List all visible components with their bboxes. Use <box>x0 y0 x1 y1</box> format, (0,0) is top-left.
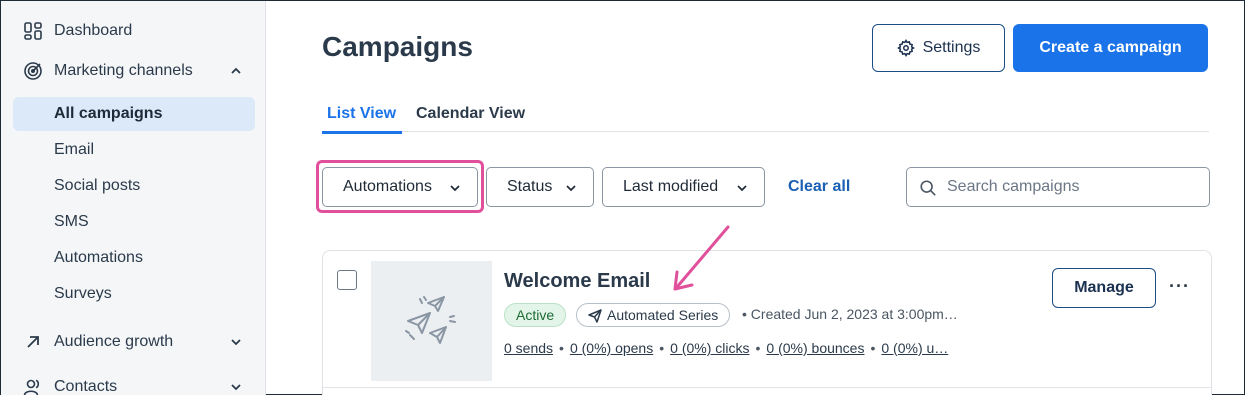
paper-plane-automation-icon <box>405 296 456 344</box>
paper-plane-icon <box>588 309 602 323</box>
status-filter-dropdown[interactable]: Status <box>486 167 594 207</box>
search-icon <box>920 180 936 196</box>
sends-link[interactable]: 0 sends <box>504 340 553 356</box>
sidebar-item-dashboard[interactable]: Dashboard <box>1 14 266 48</box>
chevron-down-icon <box>737 185 747 192</box>
campaign-type-label: Automated Series <box>607 307 719 323</box>
view-tabs: List View Calendar View <box>321 97 1209 134</box>
dashboard-icon <box>24 22 42 40</box>
clicks-link[interactable]: 0 (0%) clicks <box>670 340 749 356</box>
sidebar-item-label: Marketing channels <box>54 62 193 79</box>
sidebar-item-audience-growth[interactable]: Audience growth <box>1 325 266 359</box>
sidebar-item-label: Automations <box>54 249 143 266</box>
sidebar-item-social-posts[interactable]: Social posts <box>13 169 255 203</box>
sidebar-item-label: All campaigns <box>54 105 163 122</box>
campaign-card: Welcome Email Active Automated Series • … <box>322 250 1212 395</box>
chevron-down-icon <box>450 185 460 192</box>
sidebar-item-label: Surveys <box>54 285 112 302</box>
filter-label: Status <box>507 178 553 195</box>
sidebar-item-marketing-channels[interactable]: Marketing channels <box>1 54 266 88</box>
page-title: Campaigns <box>322 31 473 62</box>
more-options-icon[interactable]: ··· <box>1169 276 1190 297</box>
contacts-icon <box>23 379 40 395</box>
sidebar-item-label: Contacts <box>54 378 118 395</box>
bounces-link[interactable]: 0 (0%) bounces <box>766 340 864 356</box>
card-divider <box>323 387 1211 388</box>
chevron-down-icon <box>566 185 576 192</box>
campaign-stats: 0 sends • 0 (0%) opens • 0 (0%) clicks • 0 (0%… <box>504 340 949 356</box>
settings-button[interactable]: Settings <box>872 24 1005 72</box>
campaign-type-badge: Automated Series <box>576 303 731 327</box>
sidebar-item-contacts[interactable]: Contacts <box>1 370 266 395</box>
clear-all-link[interactable]: Clear all <box>788 178 850 196</box>
tab-calendar-view[interactable]: Calendar View <box>416 105 525 123</box>
arrow-up-right-icon <box>27 336 39 348</box>
sidebar-item-label: SMS <box>54 213 89 230</box>
campaign-title[interactable]: Welcome Email <box>504 270 650 293</box>
sidebar-item-label: Dashboard <box>54 22 133 39</box>
filter-label: Automations <box>343 178 432 195</box>
sidebar-item-label: Audience growth <box>54 333 174 350</box>
target-icon <box>24 62 42 80</box>
status-badge: Active <box>504 303 567 327</box>
sidebar-item-all-campaigns[interactable]: All campaigns <box>13 97 255 131</box>
sidebar-item-email[interactable]: Email <box>13 133 255 167</box>
settings-label: Settings <box>922 39 981 56</box>
filter-label: Last modified <box>623 178 719 195</box>
campaign-thumbnail <box>371 261 492 381</box>
sidebar-item-automations[interactable]: Automations <box>13 241 255 275</box>
create-campaign-button[interactable]: Create a campaign <box>1013 24 1208 72</box>
unsubscribes-link[interactable]: 0 (0%) u… <box>881 340 948 356</box>
manage-button[interactable]: Manage <box>1052 268 1156 308</box>
chevron-down-icon[interactable] <box>229 380 243 394</box>
tab-list-view[interactable]: List View <box>321 105 403 134</box>
campaign-checkbox[interactable] <box>337 270 357 290</box>
last-modified-filter-dropdown[interactable]: Last modified <box>602 167 765 207</box>
opens-link[interactable]: 0 (0%) opens <box>570 340 653 356</box>
chevron-down-icon[interactable] <box>229 335 243 349</box>
automations-filter-dropdown[interactable]: Automations <box>322 167 478 207</box>
sidebar-item-label: Social posts <box>54 177 141 194</box>
search-box <box>906 167 1210 207</box>
chevron-up-icon[interactable] <box>229 64 243 78</box>
sidebar: Dashboard Marketing channels All campaig… <box>1 1 266 395</box>
gear-icon <box>896 39 915 57</box>
sidebar-item-sms[interactable]: SMS <box>13 205 255 239</box>
created-date: • Created Jun 2, 2023 at 3:00pm… <box>742 306 958 322</box>
search-input[interactable] <box>947 176 1197 198</box>
sidebar-item-surveys[interactable]: Surveys <box>13 277 255 311</box>
sidebar-item-label: Email <box>54 141 95 158</box>
